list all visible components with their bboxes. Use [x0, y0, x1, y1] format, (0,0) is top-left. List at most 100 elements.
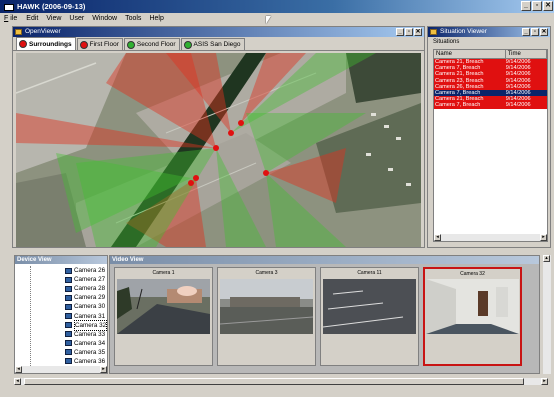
restore-button[interactable]: ▫: [532, 1, 542, 11]
video-frame[interactable]: Camera 1: [114, 267, 213, 366]
status-dot-icon: [183, 40, 192, 49]
device-item-label: Camera 30: [74, 303, 106, 311]
camera-icon: [65, 331, 72, 338]
situation-rows: Camera 21, Breach 9/14/2006 Camera 7, Brea…: [434, 59, 547, 109]
device-tree-item[interactable]: Camera 27: [65, 275, 107, 284]
camera-icon: [65, 303, 72, 310]
camera-icon: [65, 267, 72, 274]
situation-viewer-buttons: _ ▫ ✕: [522, 27, 548, 36]
camera-feed-image: [117, 279, 210, 334]
menu-help[interactable]: Help: [148, 15, 164, 22]
menu-view[interactable]: View: [45, 15, 62, 22]
column-time-header[interactable]: Time: [506, 50, 547, 58]
open-viewer-titlebar[interactable]: OpenViewer _ ▫ ✕: [13, 27, 424, 37]
scrollbar-thumb[interactable]: [24, 378, 524, 385]
title-bar[interactable]: HAWK (2006-09-13) _ ▫ ✕: [0, 0, 554, 13]
close-button[interactable]: ✕: [543, 1, 553, 11]
open-viewer-window: OpenViewer _ ▫ ✕ Surroundings First Floo…: [12, 26, 425, 248]
column-name-header[interactable]: Name: [434, 50, 506, 58]
status-dot-icon: [19, 40, 27, 48]
table-header: Name Time: [434, 50, 547, 59]
tab-first-floor[interactable]: First Floor: [76, 38, 123, 50]
situation-name-cell: Camera 7, Breach: [435, 102, 481, 109]
bottom-horizontal-scrollbar[interactable]: ◂ ▸: [14, 378, 548, 385]
video-frame-selected[interactable]: Camera 32: [423, 267, 522, 366]
scroll-left-icon[interactable]: ◂: [434, 234, 441, 241]
camera-icon: [65, 322, 72, 329]
camera-icon: [65, 313, 72, 320]
video-view-title: Video View: [110, 256, 539, 264]
scroll-left-icon[interactable]: ◂: [14, 378, 21, 385]
device-item-label: Camera 34: [74, 339, 106, 347]
device-tree-item[interactable]: Camera 33: [65, 330, 107, 339]
scroll-right-icon[interactable]: ▸: [540, 234, 547, 241]
camera-icon: [65, 285, 72, 292]
camera-feed-image: [220, 279, 313, 334]
device-tree-item[interactable]: Camera 32: [65, 319, 108, 331]
device-tree-item[interactable]: Camera 35: [65, 348, 107, 357]
video-frame[interactable]: Camera 3: [217, 267, 316, 366]
menu-tools[interactable]: Tools: [124, 15, 142, 22]
tab-asis-san-diego[interactable]: ASIS San Diego: [180, 38, 245, 50]
device-item-label: Camera 27: [74, 276, 106, 284]
video-frame-label: Camera 32: [460, 271, 485, 277]
folder-icon: [430, 29, 437, 35]
video-frame-label: Camera 11: [357, 270, 382, 276]
open-viewer-close-button[interactable]: ✕: [414, 28, 422, 36]
device-tree-item[interactable]: Camera 34: [65, 339, 107, 348]
device-item-label: Camera 26: [74, 267, 106, 275]
situation-viewer-titlebar[interactable]: Situation Viewer _ ▫ ✕: [428, 27, 550, 37]
folder-icon: [15, 29, 22, 35]
video-frame[interactable]: Camera 11: [320, 267, 419, 366]
app-title: HAWK (2006-09-13): [17, 2, 86, 11]
situation-time-cell: 9/14/2006: [505, 102, 531, 109]
video-frames: Camera 1 Camera 3 Camera 11 Camera 32: [114, 267, 522, 366]
menu-file[interactable]: File: [2, 15, 19, 22]
aerial-map-image: [16, 53, 421, 247]
device-view-title: Device View: [15, 256, 107, 264]
aerial-map[interactable]: [16, 53, 421, 247]
tab-second-floor[interactable]: Second Floor: [123, 38, 180, 50]
scroll-up-icon[interactable]: ▴: [543, 255, 550, 262]
minimize-button[interactable]: _: [521, 1, 531, 11]
menu-window[interactable]: Window: [91, 15, 118, 22]
scroll-left-icon[interactable]: ◂: [15, 366, 22, 373]
menu-edit[interactable]: Edit: [25, 15, 39, 22]
device-horizontal-scrollbar[interactable]: ◂ ▸: [15, 366, 107, 373]
tab-surroundings[interactable]: Surroundings: [16, 37, 76, 50]
open-viewer-title: OpenViewer: [25, 28, 61, 35]
app-icon: [4, 3, 14, 11]
device-tree-item[interactable]: Camera 36: [65, 357, 107, 366]
device-item-label: Camera 29: [74, 294, 106, 302]
situation-restore-button[interactable]: ▫: [531, 28, 539, 36]
situation-close-button[interactable]: ✕: [540, 28, 548, 36]
situation-minimize-button[interactable]: _: [522, 28, 530, 36]
situations-horizontal-scrollbar[interactable]: ◂ ▸: [434, 234, 547, 241]
scroll-right-icon[interactable]: ▸: [100, 366, 107, 373]
camera-feed-image: [323, 279, 416, 334]
device-tree-item[interactable]: Camera 28: [65, 284, 107, 293]
menu-user[interactable]: User: [68, 15, 85, 22]
window-buttons: _ ▫ ✕: [521, 1, 553, 11]
video-frame-label: Camera 3: [255, 270, 278, 276]
right-vertical-scrollbar[interactable]: ▴: [543, 255, 551, 374]
status-dot-icon: [79, 40, 88, 49]
situation-viewer-title: Situation Viewer: [440, 28, 487, 35]
situation-viewer-window: Situation Viewer _ ▫ ✕ Situations Name T…: [427, 26, 551, 248]
camera-icon: [65, 294, 72, 301]
device-tree-item[interactable]: Camera 29: [65, 293, 107, 302]
device-tree: Camera 26 Camera 27 Camera 28 Camera 29 Came…: [65, 266, 108, 366]
camera-feed-image: [426, 279, 519, 334]
video-frame-label: Camera 1: [152, 270, 175, 276]
device-tree-item[interactable]: Camera 26: [65, 266, 107, 275]
mouse-cursor-icon: [266, 16, 271, 24]
app-window: HAWK (2006-09-13) _ ▫ ✕ File Edit View U…: [0, 0, 554, 397]
open-viewer-restore-button[interactable]: ▫: [405, 28, 413, 36]
open-viewer-minimize-button[interactable]: _: [396, 28, 404, 36]
scroll-right-icon[interactable]: ▸: [541, 378, 548, 385]
tree-lines: [30, 266, 70, 366]
table-row[interactable]: Camera 7, Breach 9/14/2006: [434, 102, 547, 109]
status-dot-icon: [126, 40, 135, 49]
device-tree-item[interactable]: Camera 30: [65, 302, 107, 311]
situations-table: Name Time Camera 21, Breach 9/14/2006 Came…: [433, 49, 548, 242]
